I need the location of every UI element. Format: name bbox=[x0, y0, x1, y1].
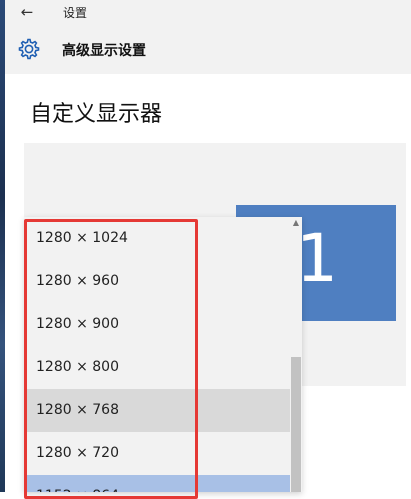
resolution-option[interactable]: 1280 × 800 bbox=[24, 346, 290, 389]
resolution-option-hovered[interactable]: 1280 × 768 bbox=[24, 389, 290, 432]
title-bar: ← 设置 bbox=[5, 0, 411, 24]
resolution-option[interactable]: 1280 × 1024 bbox=[24, 217, 290, 260]
resolution-option-label: 1280 × 960 bbox=[36, 273, 119, 289]
resolution-option-selected[interactable]: 1152 × 864 bbox=[24, 475, 290, 492]
dropdown-scrollbar[interactable]: ▲ bbox=[290, 217, 302, 492]
resolution-option[interactable]: 1280 × 900 bbox=[24, 303, 290, 346]
section-heading: 自定义显示器 bbox=[30, 102, 163, 127]
resolution-option[interactable]: 1280 × 720 bbox=[24, 432, 290, 475]
resolution-option-label: 1152 × 864 bbox=[36, 475, 119, 492]
app-title: 设置 bbox=[63, 6, 88, 20]
scroll-up-icon[interactable]: ▲ bbox=[291, 218, 301, 228]
page-title: 高级显示设置 bbox=[62, 43, 146, 59]
page-header: 高级显示设置 bbox=[5, 24, 411, 74]
gear-icon bbox=[18, 38, 40, 60]
resolution-option[interactable]: 1280 × 960 bbox=[24, 260, 290, 303]
resolution-option-label: 1280 × 900 bbox=[36, 316, 119, 332]
resolution-option-label: 1280 × 1024 bbox=[36, 230, 128, 246]
scroll-thumb[interactable] bbox=[291, 357, 301, 492]
back-arrow-icon[interactable]: ← bbox=[17, 2, 37, 22]
resolution-option-label: 1280 × 800 bbox=[36, 359, 119, 375]
monitor-number: 1 bbox=[296, 220, 338, 297]
resolution-option-label: 1280 × 768 bbox=[36, 402, 119, 418]
resolution-dropdown-list[interactable]: 1280 × 1024 1280 × 960 1280 × 900 1280 ×… bbox=[24, 217, 302, 492]
resolution-option-label: 1280 × 720 bbox=[36, 445, 119, 461]
